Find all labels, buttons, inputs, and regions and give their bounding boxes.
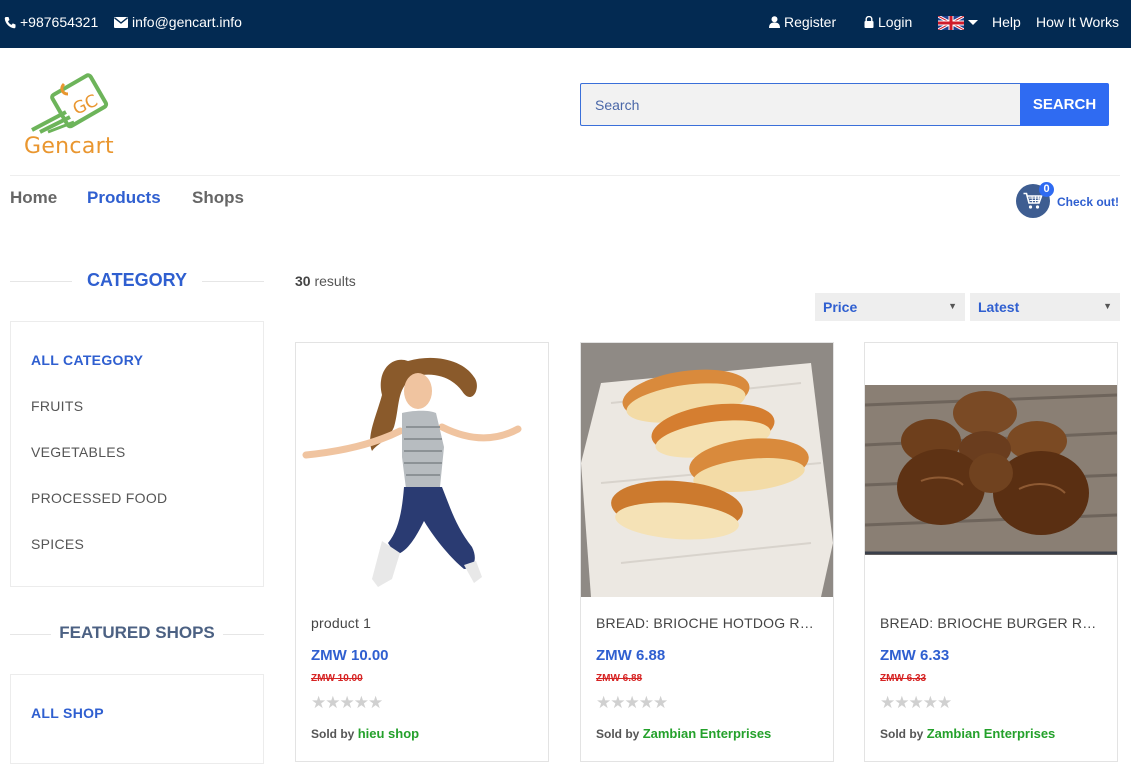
product-old-price: ZMW 6.33 xyxy=(880,673,927,684)
sold-by: Sold by Zambian Enterprises xyxy=(880,726,1055,741)
star-icon: ★ xyxy=(368,693,383,712)
product-price: ZMW 10.00 xyxy=(311,647,389,664)
price-sort-select[interactable]: Price ▼ xyxy=(815,293,965,321)
cart-icon xyxy=(1023,192,1043,209)
star-icon: ★ xyxy=(653,693,668,712)
results-count: 30 results xyxy=(295,273,356,289)
results-number: 30 xyxy=(295,273,311,289)
product-price: ZMW 6.88 xyxy=(596,647,666,664)
price-sort-value: Price xyxy=(823,299,858,315)
checkout-link[interactable]: Check out! xyxy=(1057,195,1119,209)
user-icon xyxy=(769,16,780,28)
header-divider xyxy=(10,175,1120,176)
product-card[interactable]: BREAD: BRIOCHE HOTDOG ROLLS ZMW 6.88 ZMW… xyxy=(580,342,834,762)
cart-count-badge: 0 xyxy=(1039,182,1054,197)
email-address: info@gencart.info xyxy=(132,14,242,30)
language-selector[interactable] xyxy=(938,16,978,30)
star-icon: ★ xyxy=(610,693,625,712)
rating-stars: ★★★★★ xyxy=(880,693,952,713)
category-item-fruits[interactable]: FRUITS xyxy=(31,398,83,414)
star-icon: ★ xyxy=(339,693,355,712)
product-price: ZMW 6.33 xyxy=(880,647,950,664)
login-label: Login xyxy=(878,14,913,30)
featured-shops-title: FEATURED SHOPS xyxy=(10,623,264,643)
search-button[interactable]: SEARCH xyxy=(1020,83,1109,126)
help-label: Help xyxy=(992,14,1021,30)
star-icon: ★ xyxy=(894,693,909,712)
product-card[interactable]: product 1 ZMW 10.00 ZMW 10.00 ★★★★★ Sold… xyxy=(295,342,549,762)
email-contact[interactable]: info@gencart.info xyxy=(114,14,242,30)
category-item-vegetables[interactable]: VEGETABLES xyxy=(31,444,126,460)
uk-flag-icon xyxy=(938,16,964,30)
rating-stars: ★★★★★ xyxy=(311,693,383,713)
dropdown-arrow-icon: ▼ xyxy=(948,301,957,311)
product-name[interactable]: product 1 xyxy=(311,615,533,631)
star-icon: ★ xyxy=(311,693,326,712)
category-list: ALL CATEGORY FRUITS VEGETABLES PROCESSED… xyxy=(10,321,264,587)
star-icon: ★ xyxy=(908,693,924,712)
lock-icon xyxy=(864,16,874,28)
login-link[interactable]: Login xyxy=(864,14,912,30)
product-image-brioche-burger-rolls[interactable] xyxy=(865,385,1117,555)
star-icon: ★ xyxy=(353,693,369,712)
category-title: CATEGORY xyxy=(86,270,187,290)
search-input[interactable] xyxy=(580,83,1020,126)
latest-sort-select[interactable]: Latest ▼ xyxy=(970,293,1120,321)
shop-list: ALL SHOP xyxy=(10,674,264,764)
dropdown-arrow-icon: ▼ xyxy=(1103,301,1112,311)
how-it-works-link[interactable]: How It Works xyxy=(1036,14,1119,30)
register-link[interactable]: Register xyxy=(769,14,836,30)
results-label: results xyxy=(314,273,356,289)
envelope-icon xyxy=(114,16,128,28)
logo-mark-icon: GC xyxy=(31,73,109,134)
product-old-price: ZMW 10.00 xyxy=(311,673,363,684)
seller-shop-link[interactable]: Zambian Enterprises xyxy=(643,726,772,741)
nav-products[interactable]: Products xyxy=(87,188,161,208)
latest-sort-value: Latest xyxy=(978,299,1020,315)
featured-shops-label: FEATURED SHOPS xyxy=(51,623,223,642)
phone-number: +987654321 xyxy=(20,14,99,30)
star-icon: ★ xyxy=(624,693,640,712)
product-name[interactable]: BREAD: BRIOCHE HOTDOG ROLLS xyxy=(596,615,818,631)
nav-home[interactable]: Home xyxy=(10,188,57,208)
product-image-brioche-hotdog-rolls[interactable] xyxy=(581,343,833,597)
sold-by: Sold by Zambian Enterprises xyxy=(596,726,771,741)
seller-shop-link[interactable]: hieu shop xyxy=(358,726,419,741)
svg-text:GC: GC xyxy=(70,91,101,120)
category-item-processed-food[interactable]: PROCESSED FOOD xyxy=(31,490,167,506)
rating-stars: ★★★★★ xyxy=(596,693,668,713)
register-label: Register xyxy=(784,14,837,30)
phone-icon xyxy=(4,16,16,28)
sold-by: Sold by hieu shop xyxy=(311,726,419,741)
star-icon: ★ xyxy=(596,693,611,712)
logo-text: Gencart xyxy=(24,134,114,159)
nav-shops[interactable]: Shops xyxy=(192,188,244,208)
star-icon: ★ xyxy=(922,693,938,712)
star-icon: ★ xyxy=(325,693,340,712)
star-icon: ★ xyxy=(937,693,952,712)
category-item-spices[interactable]: SPICES xyxy=(31,536,84,552)
product-card[interactable]: BREAD: BRIOCHE BURGER ROLLS ZMW 6.33 ZMW… xyxy=(864,342,1118,762)
gencart-logo[interactable]: GC Gencart xyxy=(24,72,124,160)
phone-contact[interactable]: +987654321 xyxy=(4,14,98,30)
category-item-all[interactable]: ALL CATEGORY xyxy=(31,352,143,368)
sold-by-label: Sold by xyxy=(311,727,355,741)
seller-shop-link[interactable]: Zambian Enterprises xyxy=(927,726,1056,741)
product-old-price: ZMW 6.88 xyxy=(596,673,643,684)
shop-item-all[interactable]: ALL SHOP xyxy=(31,705,104,721)
star-icon: ★ xyxy=(638,693,654,712)
top-bar: +987654321 info@gencart.info Register Lo… xyxy=(0,0,1131,48)
sold-by-label: Sold by xyxy=(596,727,640,741)
how-it-works-label: How It Works xyxy=(1036,14,1119,30)
caret-down-icon xyxy=(968,20,978,25)
star-icon: ★ xyxy=(880,693,895,712)
sold-by-label: Sold by xyxy=(880,727,924,741)
help-link[interactable]: Help xyxy=(992,14,1021,30)
search-bar: SEARCH xyxy=(580,83,1109,126)
product-name[interactable]: BREAD: BRIOCHE BURGER ROLLS xyxy=(880,615,1102,631)
product-image-jumping-woman[interactable] xyxy=(296,347,548,595)
